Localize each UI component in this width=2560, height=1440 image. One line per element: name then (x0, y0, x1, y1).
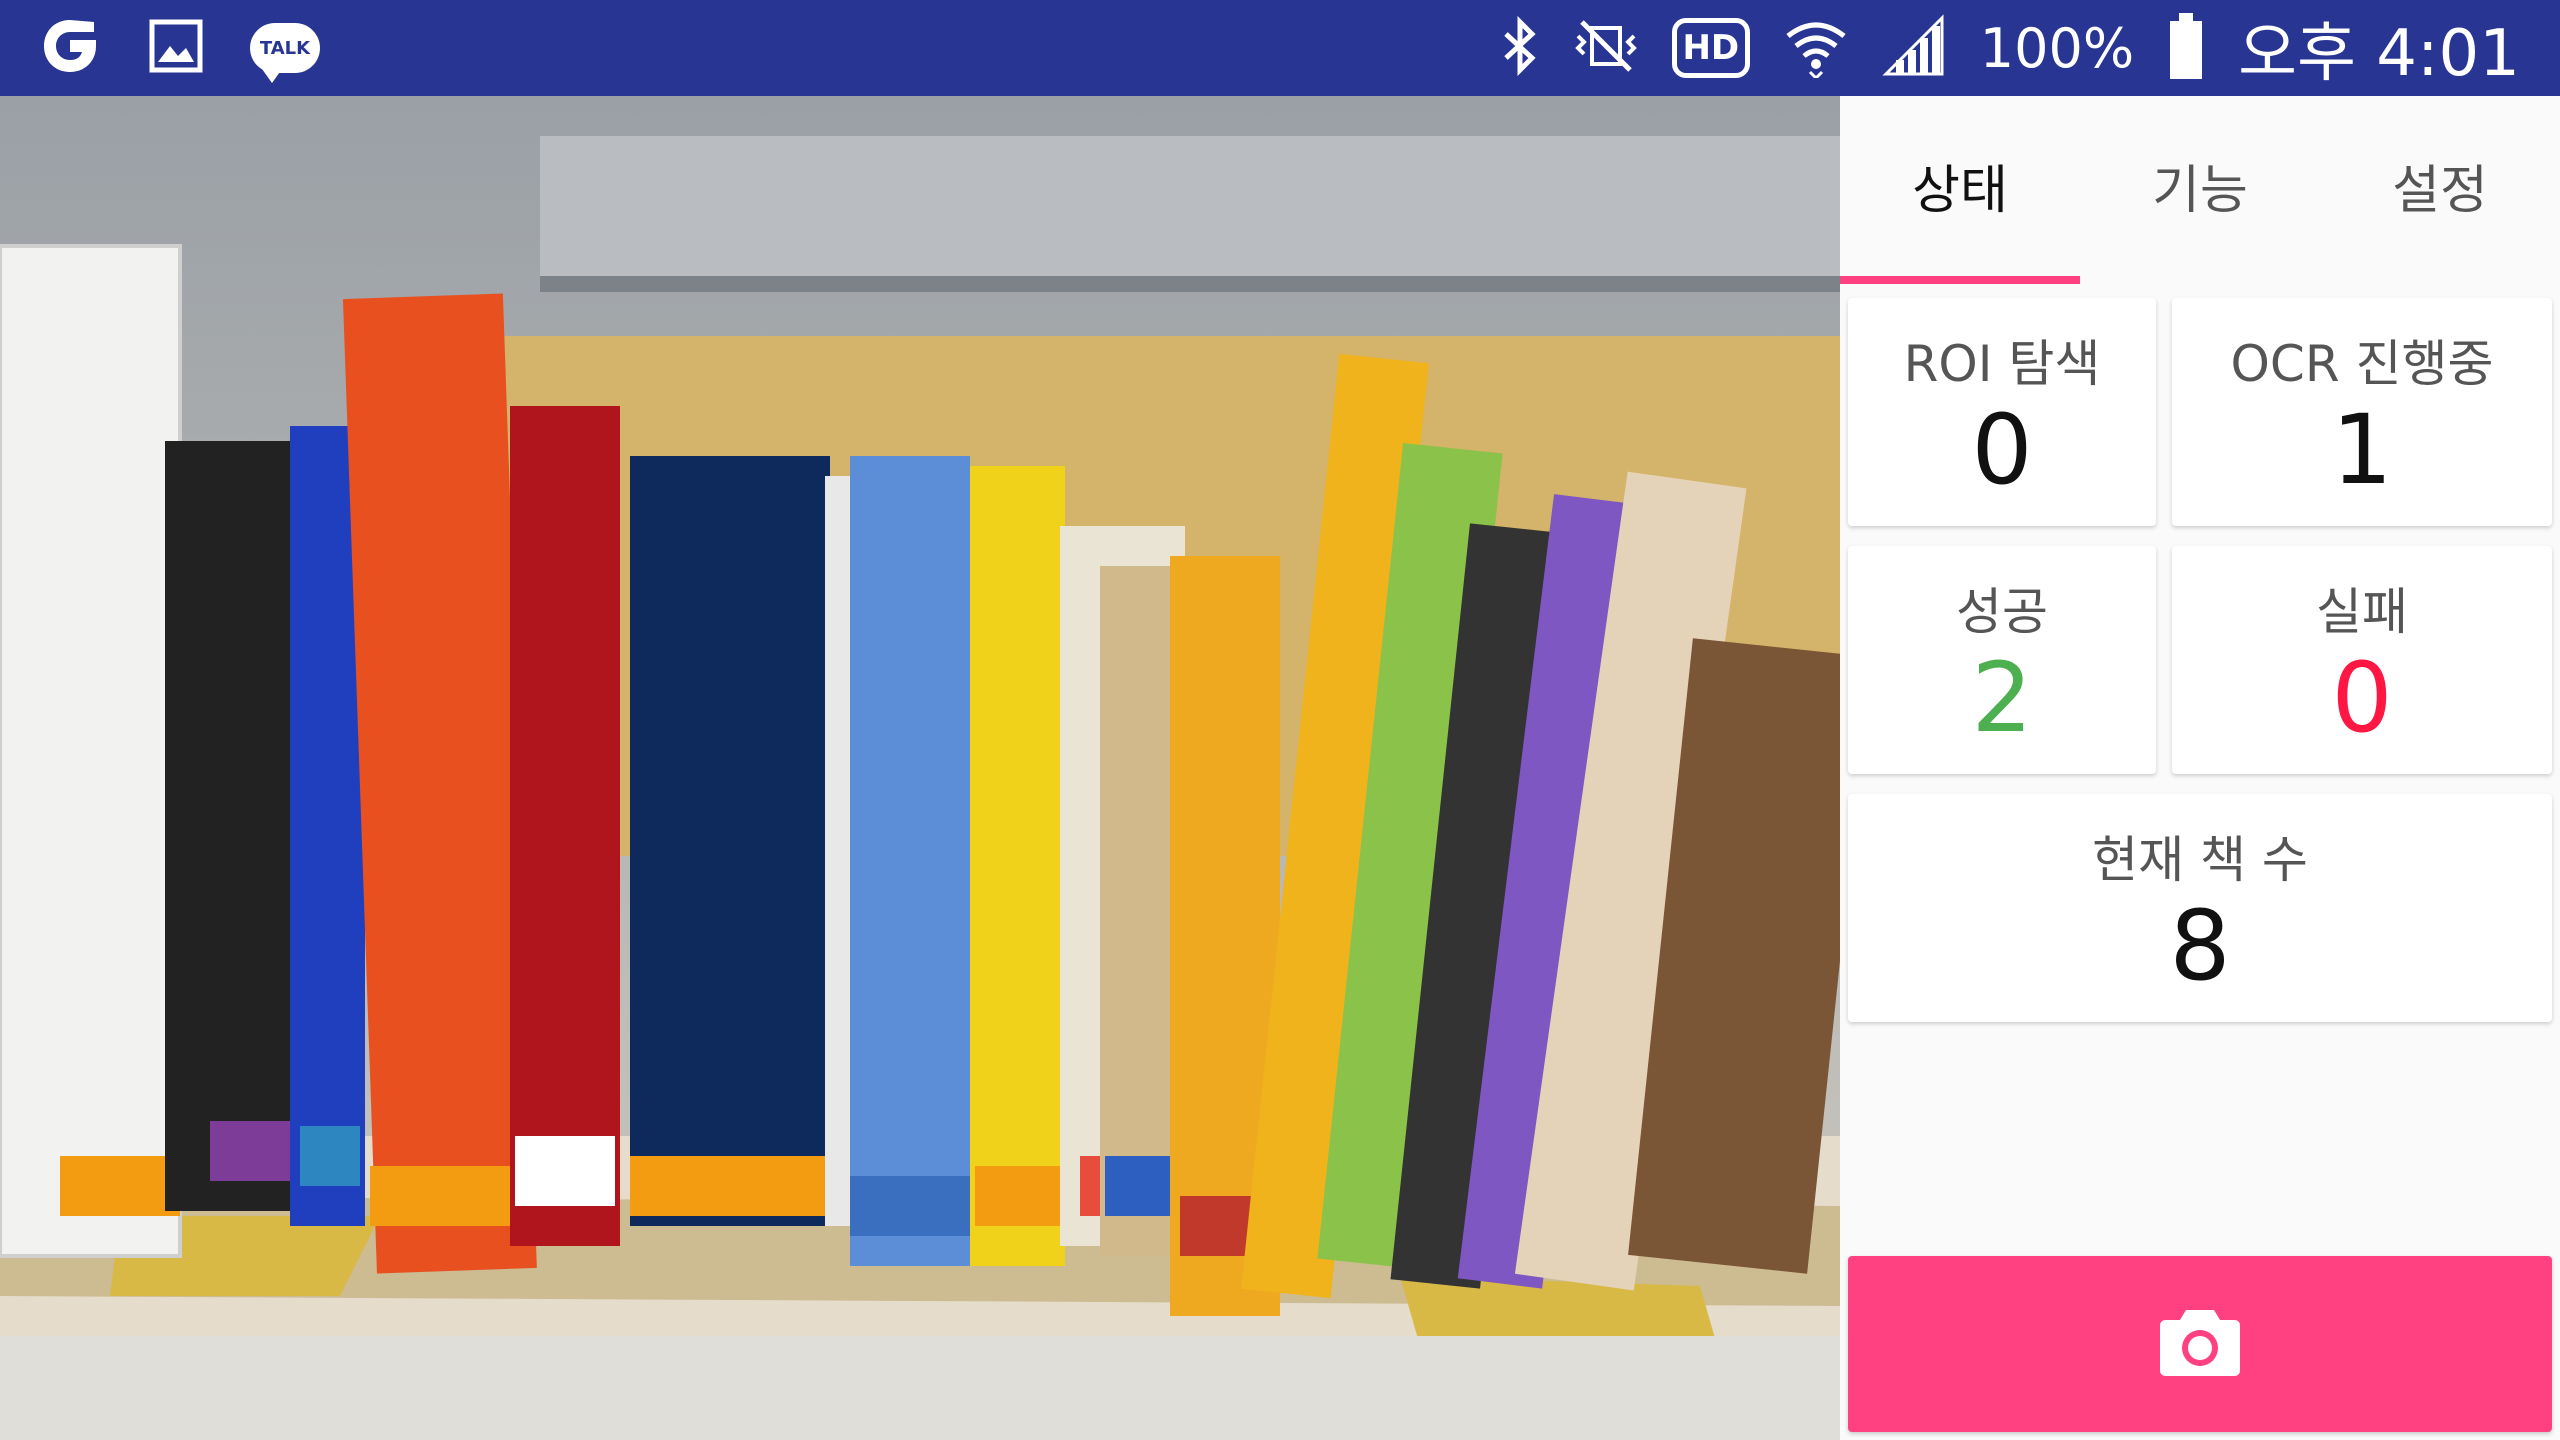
camera-preview-image (0, 96, 1840, 1440)
success-value: 2 (1971, 642, 2033, 754)
status-bar: TALK HD 100% 오후 4:01 (0, 0, 2560, 96)
battery-icon (2168, 11, 2204, 85)
tab-status[interactable]: 상태 (1840, 96, 2080, 286)
signal-icon (1882, 14, 1946, 82)
ocr-card: OCR 진행중 1 (2172, 298, 2552, 526)
gallery-icon (146, 16, 206, 80)
roi-label: ROI 탐색 (1903, 335, 2101, 393)
tab-bar: 상태 기능 설정 (1840, 96, 2560, 286)
camera-icon (2158, 1306, 2242, 1382)
fail-card: 실패 0 (2172, 546, 2552, 774)
wifi-icon (1784, 14, 1848, 82)
roi-value: 0 (1971, 394, 2033, 506)
success-card: 성공 2 (1848, 546, 2156, 774)
ocr-label: OCR 진행중 (2230, 335, 2494, 393)
book-count-value: 8 (2169, 890, 2231, 1002)
bluetooth-icon (1500, 15, 1540, 80)
success-label: 성공 (1956, 583, 2048, 641)
hd-voice-icon: HD (1671, 18, 1750, 78)
tab-indicator (1840, 276, 2080, 284)
tab-settings[interactable]: 설정 (2320, 96, 2560, 286)
book-count-card: 현재 책 수 8 (1848, 794, 2552, 1022)
fail-value: 0 (2331, 642, 2393, 754)
capture-button[interactable] (1848, 1256, 2552, 1432)
kakaotalk-icon: TALK (250, 23, 320, 83)
g-app-icon (38, 14, 102, 82)
book-count-label: 현재 책 수 (2092, 831, 2308, 889)
ocr-value: 1 (2331, 394, 2393, 506)
camera-preview[interactable] (0, 96, 1840, 1440)
tab-function[interactable]: 기능 (2080, 96, 2320, 286)
roi-card: ROI 탐색 0 (1848, 298, 2156, 526)
fail-label: 실패 (2316, 583, 2408, 641)
clock: 오후 4:01 (2238, 17, 2520, 91)
vibrate-mute-icon (1574, 16, 1638, 80)
battery-percent: 100% (1979, 16, 2135, 80)
